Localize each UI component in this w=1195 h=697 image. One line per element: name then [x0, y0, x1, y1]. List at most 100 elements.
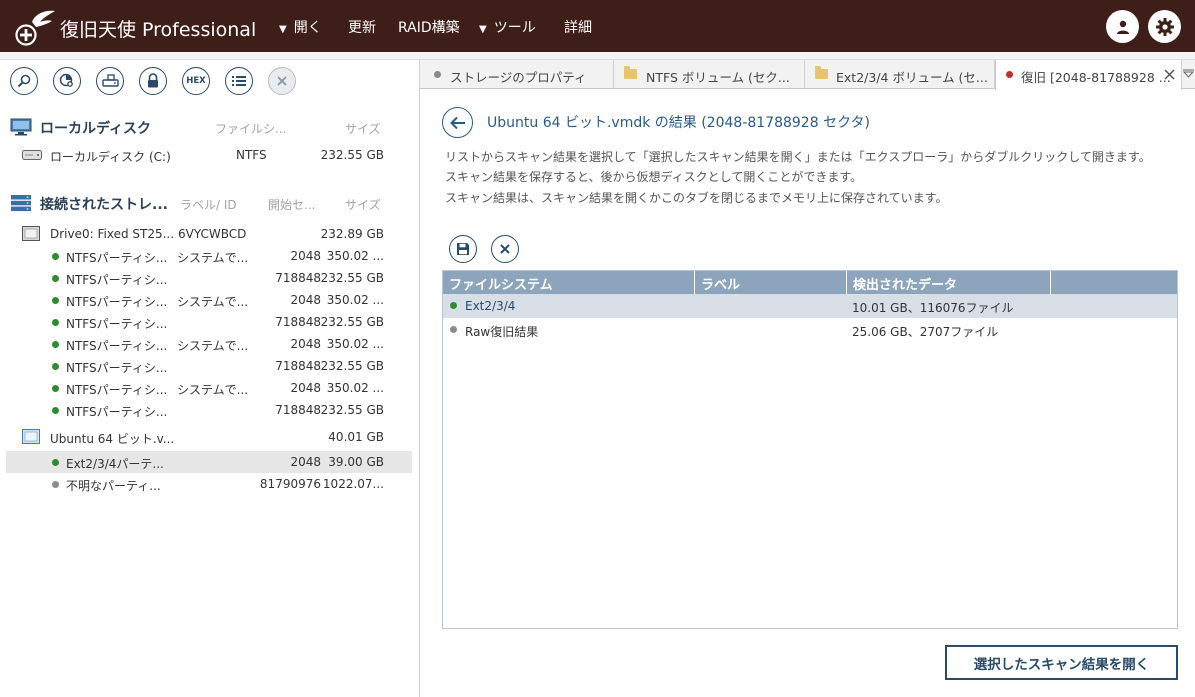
- menu-tools[interactable]: ▼ ツール: [479, 17, 536, 37]
- lock-tool-button[interactable]: [139, 67, 167, 95]
- partition-start: 2048: [290, 381, 321, 395]
- partition-row[interactable]: NTFSパーティシ... 718848 232.55 GB: [6, 399, 412, 421]
- status-dot-icon: [52, 385, 59, 392]
- drive0-row[interactable]: Drive0: Fixed ST25... 6VYCWBCD 232.89 GB: [6, 223, 412, 245]
- gear-icon: [1155, 17, 1174, 36]
- partition-name: NTFSパーティシ...: [66, 317, 168, 331]
- column-label[interactable]: ラベル: [695, 271, 847, 294]
- analyze-tool-button[interactable]: [53, 67, 81, 95]
- account-button[interactable]: [1106, 10, 1139, 43]
- row-detected-data: 25.06 GB、2707ファイル: [852, 325, 999, 339]
- status-dot-icon: [52, 297, 59, 304]
- local-disk-section-header: ローカルディスク ファイルシ... サイズ: [0, 116, 419, 137]
- storage-panel: HEX ローカルディスク ファイルシ... サイズ ローカルディスク (C:) …: [0, 60, 419, 697]
- partition-size: 350.02 ...: [326, 249, 384, 263]
- partition-row[interactable]: NTFSパーティシ... システムで... 2048 350.02 ...: [6, 377, 412, 399]
- vmdk-row[interactable]: Ubuntu 64 ビット.v... 40.01 GB: [6, 426, 412, 448]
- partition-start: 2048: [290, 293, 321, 307]
- lock-icon: [148, 73, 158, 88]
- list-icon: [232, 76, 246, 86]
- connected-storage-section-header: 接続されたストレ... ラベル/ ID 開始セ... サイズ: [0, 192, 419, 213]
- status-dot-icon: [450, 302, 457, 309]
- partition-size: 232.55 GB: [320, 271, 384, 285]
- vmdk-partition-row-unknown[interactable]: 不明なパーティ... 81790976 1022.07...: [6, 473, 412, 495]
- vmdk-partition-row-ext[interactable]: Ext2/3/4パーテ... 2048 39.00 GB: [6, 451, 412, 473]
- connected-storage-title: 接続されたストレ...: [40, 197, 168, 213]
- arrow-left-icon: [449, 116, 465, 129]
- instruction-text: スキャン結果を保存すると、後から仮想ディスクとして開くことができます。: [445, 170, 863, 184]
- hex-tool-button[interactable]: HEX: [182, 67, 210, 95]
- local-disk-row[interactable]: ローカルディスク (C:) NTFS 232.55 GB: [6, 144, 412, 166]
- save-icon: [457, 243, 469, 255]
- search-icon: [17, 74, 31, 88]
- table-row[interactable]: Raw復旧結果 25.06 GB、2707ファイル: [443, 318, 1177, 342]
- partition-name: NTFSパーティシ...: [66, 251, 168, 265]
- instruction-text: スキャン結果は、スキャン結果を開くかこのタブを閉じるまでメモリ上に保存されていま…: [445, 191, 948, 205]
- tab-label: Ext2/3/4 ボリューム (セ...: [836, 70, 988, 85]
- partition-start: 718848: [275, 359, 321, 373]
- tab-storage-properties[interactable]: ストレージのプロパティ: [420, 60, 614, 89]
- partition-row[interactable]: NTFSパーティシ... システムで... 2048 350.02 ...: [6, 333, 412, 355]
- table-row[interactable]: Ext2/3/4 10.01 GB、116076ファイル: [443, 294, 1177, 318]
- delete-results-button[interactable]: [491, 235, 519, 263]
- partition-start: 2048: [290, 337, 321, 351]
- partition-label: システムで...: [177, 295, 249, 309]
- column-filesystem: ファイルシ...: [215, 122, 287, 136]
- vmdk-name: Ubuntu 64 ビット.v...: [50, 432, 175, 446]
- tab-status-dot-icon: [1006, 71, 1013, 78]
- disk-image-tool-button[interactable]: [96, 67, 124, 95]
- column-size: サイズ: [345, 122, 381, 136]
- partition-label: システムで...: [177, 339, 249, 353]
- partition-row[interactable]: NTFSパーティシ... 718848 232.55 GB: [6, 267, 412, 289]
- open-selected-scan-button[interactable]: 選択したスキャン結果を開く: [945, 645, 1178, 680]
- menu-refresh[interactable]: 更新: [348, 17, 376, 37]
- back-button[interactable]: [442, 107, 473, 138]
- tab-recovery[interactable]: 復旧 [2048-81788928 ...: [995, 60, 1182, 90]
- partition-size: 350.02 ...: [326, 337, 384, 351]
- row-detected-data: 10.01 GB、116076ファイル: [852, 301, 1014, 315]
- disk-name: ローカルディスク (C:): [50, 150, 171, 164]
- partition-size: 1022.07...: [322, 477, 384, 491]
- tab-ext-volume[interactable]: Ext2/3/4 ボリューム (セ...: [805, 60, 995, 89]
- list-tool-button[interactable]: [225, 67, 253, 95]
- menu-raid[interactable]: RAID構築: [398, 17, 460, 37]
- close-icon: [500, 244, 510, 254]
- tab-overflow-icon[interactable]: [1183, 69, 1194, 79]
- partition-name: NTFSパーティシ...: [66, 405, 168, 419]
- status-dot-icon: [52, 341, 59, 348]
- tab-close-icon[interactable]: [1164, 69, 1175, 80]
- status-dot-icon: [450, 326, 457, 333]
- settings-button[interactable]: [1148, 10, 1181, 43]
- partition-start: 718848: [275, 271, 321, 285]
- disk-drive-icon: [22, 226, 40, 241]
- partition-name: Ext2/3/4パーテ...: [66, 457, 164, 471]
- tab-ntfs-volume[interactable]: NTFS ボリューム (セク...: [614, 60, 805, 89]
- partition-row[interactable]: NTFSパーティシ... システムで... 2048 350.02 ...: [6, 289, 412, 311]
- partition-row[interactable]: NTFSパーティシ... システムで... 2048 350.02 ...: [6, 245, 412, 267]
- tab-label: 復旧 [2048-81788928 ...: [1021, 70, 1171, 85]
- pane-divider[interactable]: [419, 60, 420, 697]
- drive-size: 232.89 GB: [320, 227, 384, 241]
- user-icon: [1116, 20, 1129, 34]
- partition-name: NTFSパーティシ...: [66, 383, 168, 397]
- partition-row[interactable]: NTFSパーティシ... 718848 232.55 GB: [6, 355, 412, 377]
- disk-image-icon: [101, 74, 119, 87]
- partition-name: NTFSパーティシ...: [66, 339, 168, 353]
- hard-drive-icon: [22, 150, 42, 160]
- menu-details[interactable]: 詳細: [564, 17, 592, 37]
- save-results-button[interactable]: [449, 235, 477, 263]
- column-detected-data[interactable]: 検出されたデータ: [847, 271, 1051, 294]
- status-dot-icon: [52, 275, 59, 282]
- folder-icon: [624, 66, 637, 79]
- menu-open[interactable]: ▼ 開く: [279, 17, 322, 37]
- search-tool-button[interactable]: [10, 67, 38, 95]
- close-tool-button[interactable]: [268, 67, 296, 95]
- close-icon: [277, 76, 287, 86]
- partition-row[interactable]: NTFSパーティシ... 718848 232.55 GB: [6, 311, 412, 333]
- column-filesystem[interactable]: ファイルシステム: [443, 271, 695, 294]
- angel-logo-icon: [15, 10, 55, 46]
- partition-label: システムで...: [177, 383, 249, 397]
- partition-size: 232.55 GB: [320, 315, 384, 329]
- partition-name: NTFSパーティシ...: [66, 361, 168, 375]
- row-filesystem: Raw復旧結果: [465, 325, 539, 339]
